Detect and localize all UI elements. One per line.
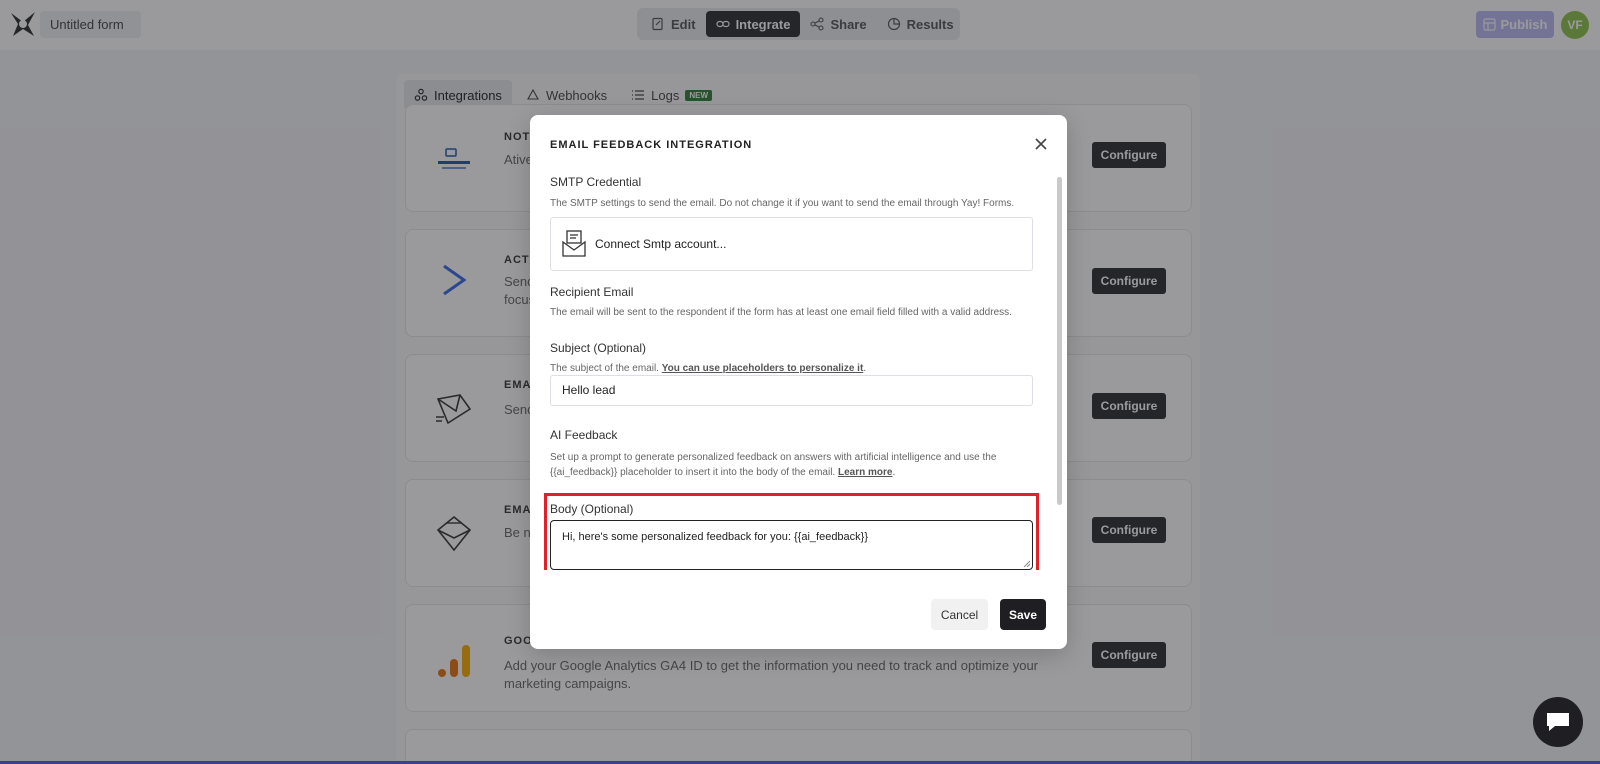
subject-help-text: The subject of the email. xyxy=(550,363,662,374)
connect-smtp-label: Connect Smtp account... xyxy=(595,237,727,251)
learn-more-link[interactable]: Learn more xyxy=(838,467,892,478)
body-label: Body (Optional) xyxy=(550,502,634,516)
chat-bubble-icon xyxy=(1547,713,1569,731)
mail-tray-icon xyxy=(562,230,586,257)
ai-feedback-help: Set up a prompt to generate personalized… xyxy=(550,450,1010,480)
smtp-label: SMTP Credential xyxy=(550,175,642,189)
chat-widget-button[interactable] xyxy=(1533,697,1583,747)
ai-feedback-help-suffix: . xyxy=(892,467,896,478)
modal-title: EMAIL FEEDBACK INTEGRATION xyxy=(550,139,753,151)
smtp-help: The SMTP settings to send the email. Do … xyxy=(550,198,1015,209)
save-button[interactable]: Save xyxy=(1000,599,1046,630)
subject-input[interactable]: Hello lead xyxy=(550,375,1033,406)
close-icon[interactable] xyxy=(1032,135,1050,153)
subject-help-suffix: . xyxy=(863,363,867,374)
modal-body: SMTP Credential The SMTP settings to sen… xyxy=(530,175,1067,570)
recipient-help: The email will be sent to the respondent… xyxy=(550,307,1012,318)
email-feedback-modal: EMAIL FEEDBACK INTEGRATION SMTP Credenti… xyxy=(530,115,1067,649)
connect-smtp-button[interactable]: Connect Smtp account... xyxy=(550,217,1033,271)
ai-feedback-help-text: Set up a prompt to generate personalized… xyxy=(550,452,997,478)
cancel-button[interactable]: Cancel xyxy=(931,599,988,630)
resize-grip-icon[interactable] xyxy=(1023,560,1030,567)
subject-help: The subject of the email. You can use pl… xyxy=(550,361,1020,376)
body-textarea[interactable]: Hi, here's some personalized feedback fo… xyxy=(550,520,1033,570)
subject-label: Subject (Optional) xyxy=(550,341,647,355)
body-text: Hi, here's some personalized feedback fo… xyxy=(562,531,869,543)
modal-scrollbar[interactable] xyxy=(1057,177,1062,505)
ai-feedback-label: AI Feedback xyxy=(550,428,618,442)
recipient-label: Recipient Email xyxy=(550,285,634,299)
placeholders-link[interactable]: You can use placeholders to personalize … xyxy=(662,363,864,374)
